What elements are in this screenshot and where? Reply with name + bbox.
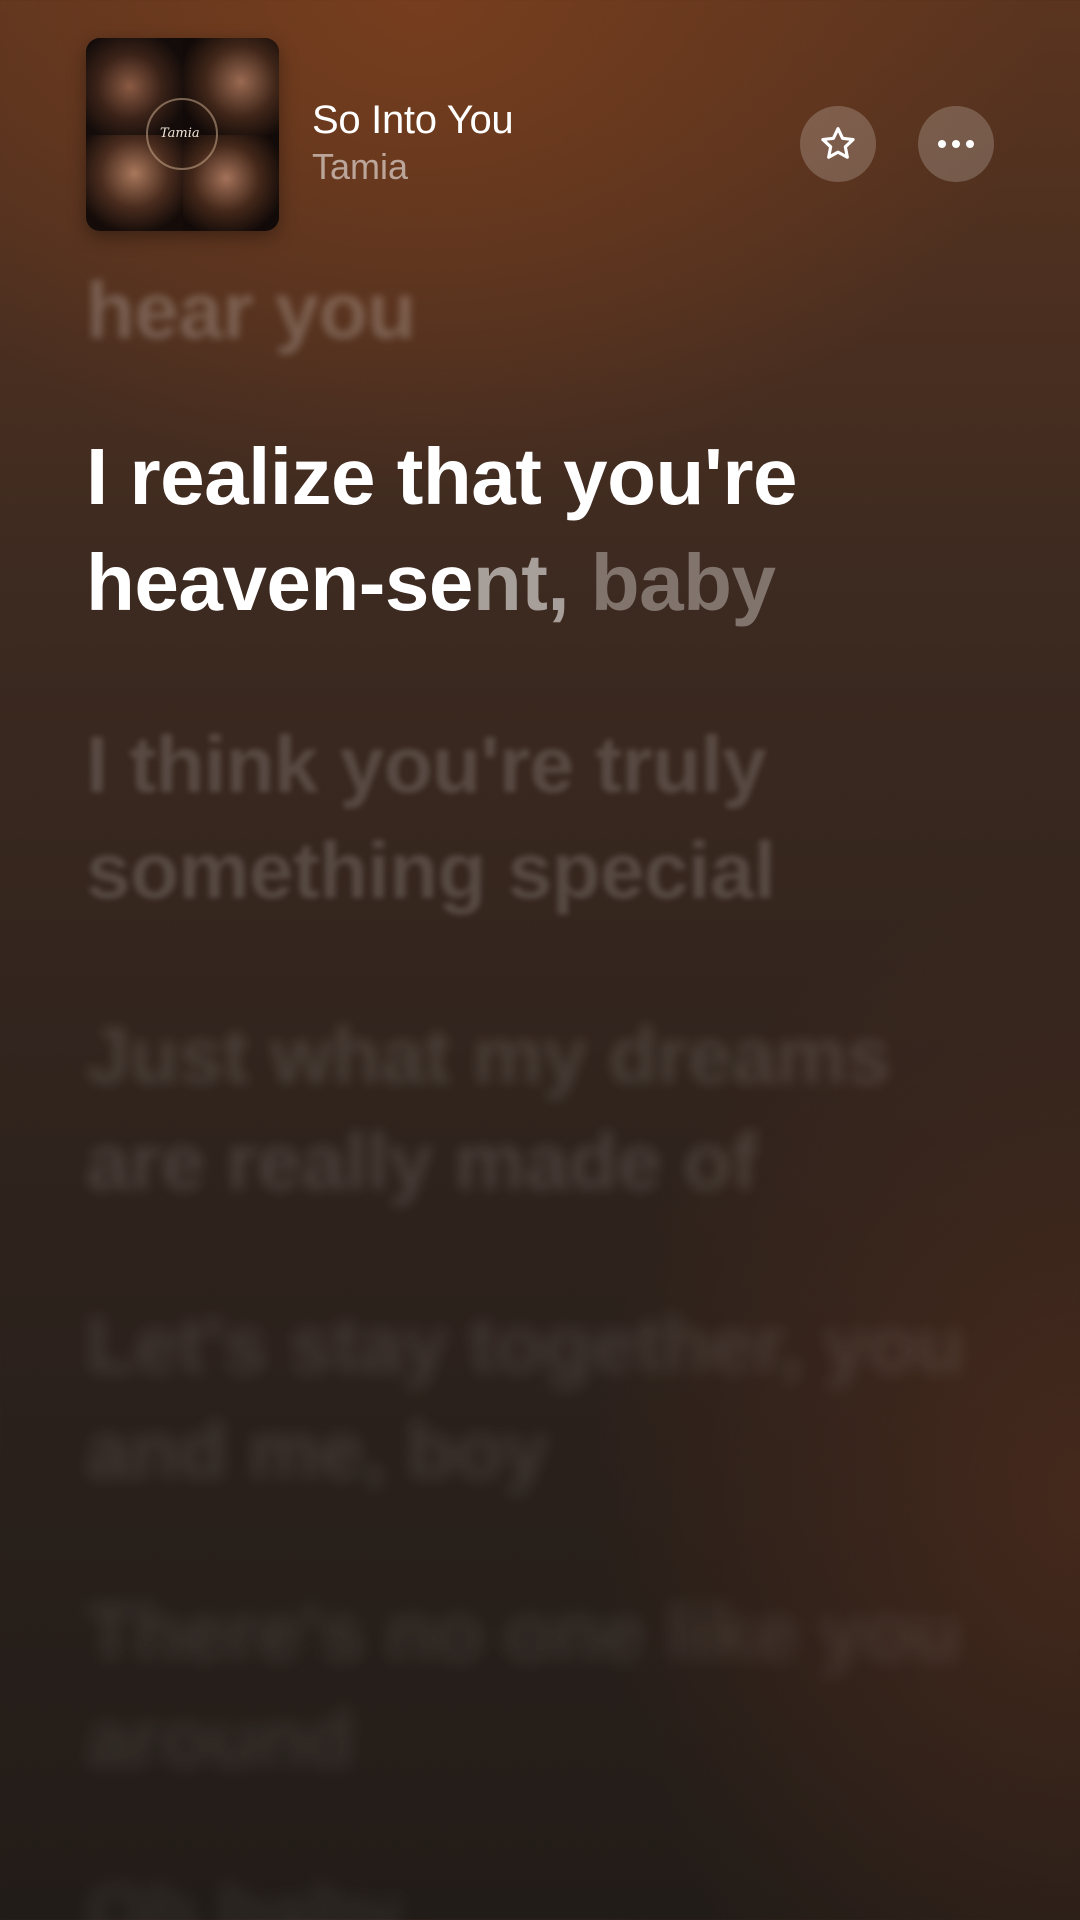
more-options-button[interactable] — [918, 106, 994, 182]
favorite-button[interactable] — [800, 106, 876, 182]
lyric-current-line-1: I realize that you're — [86, 432, 797, 521]
now-playing-header: Tamia So Into You Tamia — [0, 0, 1080, 260]
lyric-line-upcoming[interactable]: I think you're truly something special — [86, 712, 1026, 924]
track-info[interactable]: So Into You Tamia — [312, 96, 514, 190]
lyric-line-previous[interactable]: hear you — [86, 270, 1026, 364]
lyric-progress-text: nt, — [472, 538, 570, 627]
lyric-line-upcoming[interactable]: Let's stay together, you and me, boy — [86, 1292, 1026, 1504]
track-title: So Into You — [312, 98, 514, 142]
track-artist[interactable]: Tamia — [312, 144, 513, 190]
lyric-line-upcoming[interactable]: There's no one like you around — [86, 1580, 1026, 1792]
lyric-sung-text: heaven-se — [86, 538, 473, 627]
lyric-line-upcoming[interactable]: Oh baby — [86, 1860, 1026, 1920]
lyric-line-upcoming[interactable]: Just what my dreams are really made of — [86, 1003, 1026, 1215]
ellipsis-icon — [938, 140, 974, 148]
album-art[interactable]: Tamia — [86, 38, 279, 231]
album-art-text: Tamia — [160, 126, 200, 141]
lyric-line-current[interactable]: I realize that you're heaven-sent, baby — [86, 424, 1026, 636]
lyric-unsung-text: baby — [569, 538, 776, 627]
star-outline-icon — [821, 127, 855, 159]
lyric-current-line-2: heaven-sent, baby — [86, 530, 1026, 636]
